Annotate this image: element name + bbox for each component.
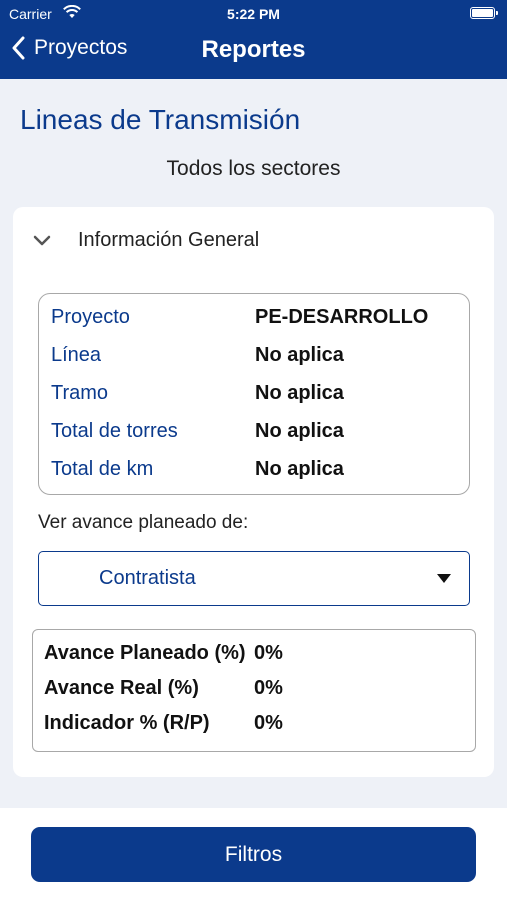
filters-button[interactable]: Filtros [31,827,476,882]
section-label: Información General [78,229,260,251]
info-value: No aplica [255,382,344,404]
status-bar: Carrier 5:22 PM [0,0,507,28]
page-title: Lineas de Transmisión [20,104,301,135]
info-key: Total de km [51,458,154,480]
info-row: Total de torres No aplica [51,420,344,443]
progress-key: Avance Planeado (%) [44,642,246,664]
progress-table: Avance Planeado (%) 0% Avance Real (%) 0… [32,629,476,752]
info-value: No aplica [255,458,344,480]
progress-key: Indicador % (R/P) [44,712,210,734]
progress-row: Avance Real (%) 0% [44,677,283,700]
header-bar: Carrier 5:22 PM Proyectos Reportes [0,0,507,79]
contractor-select[interactable]: Contratista [38,551,470,606]
back-button-label: Proyectos [34,36,128,59]
general-info-card: Información General Proyecto PE-DESARROL… [13,207,494,777]
progress-key: Avance Real (%) [44,677,199,699]
progress-row: Avance Planeado (%) 0% [44,642,283,665]
progress-value: 0% [254,712,283,734]
chevron-left-icon [12,36,25,60]
section-toggle[interactable]: Información General [33,229,259,252]
info-key: Línea [51,344,102,366]
info-row: Total de km No aplica [51,458,344,481]
progress-row: Indicador % (R/P) 0% [44,712,283,735]
select-value: Contratista [99,567,196,589]
planned-view-label: Ver avance planeado de: [38,512,249,533]
battery-icon [470,7,498,19]
info-table: Proyecto PE-DESARROLLO Línea No aplica T… [38,293,470,495]
info-key: Proyecto [51,306,130,328]
info-row: Proyecto PE-DESARROLLO [51,306,428,329]
info-value: No aplica [255,420,344,442]
info-value: No aplica [255,344,344,366]
info-row: Línea No aplica [51,344,344,367]
info-key: Tramo [51,382,109,404]
info-value: PE-DESARROLLO [255,306,429,328]
dropdown-arrow-icon [437,574,451,583]
status-time: 5:22 PM [227,6,280,22]
info-row: Tramo No aplica [51,382,344,405]
progress-value: 0% [254,642,283,664]
back-button[interactable]: Proyectos [12,36,127,60]
page-subtitle: Todos los sectores [166,157,341,180]
footer-bar: Filtros [0,808,507,900]
info-key: Total de torres [51,420,178,442]
progress-value: 0% [254,677,283,699]
chevron-down-icon [33,235,51,245]
